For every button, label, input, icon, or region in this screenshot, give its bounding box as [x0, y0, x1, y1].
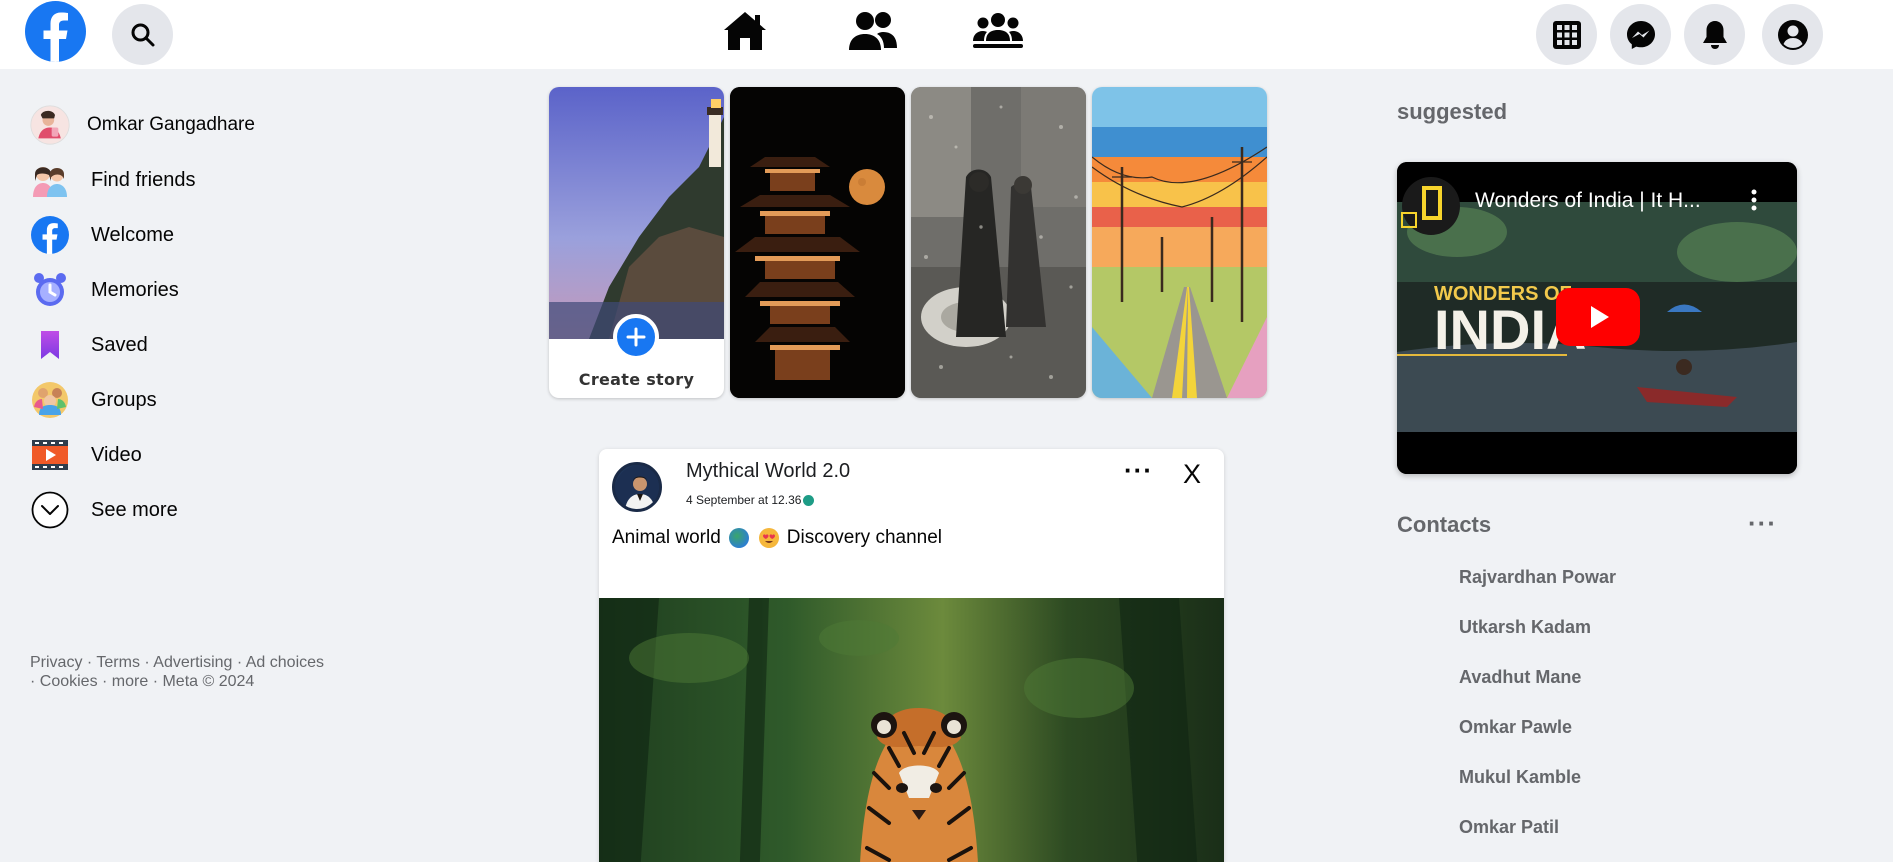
play-icon — [1591, 306, 1609, 328]
create-story-label: Create story — [578, 370, 695, 389]
contact-item[interactable]: Rajvardhan Powar — [1459, 567, 1616, 588]
story-card[interactable] — [730, 87, 905, 398]
facebook-icon — [30, 215, 70, 255]
menu-button[interactable] — [1536, 4, 1597, 65]
sidebar-item-memories[interactable]: Memories — [30, 268, 179, 312]
top-navigation-bar — [0, 0, 1893, 69]
video-icon — [30, 435, 70, 475]
plus-icon — [626, 327, 646, 347]
post-author-avatar[interactable] — [612, 462, 662, 512]
contacts-more-button[interactable]: ··· — [1748, 508, 1777, 539]
facebook-logo-icon[interactable] — [25, 1, 86, 62]
sidebar-item-see-more[interactable]: See more — [30, 488, 178, 532]
sidebar-item-label: Video — [91, 443, 142, 466]
globe-emoji-icon — [728, 528, 749, 548]
memories-clock-icon — [30, 270, 70, 310]
post-card: Mythical World 2.0 4 September at 12.36 … — [599, 449, 1224, 862]
post-text-part-1: Animal world — [612, 527, 721, 548]
sidebar-item-label: Saved — [91, 333, 148, 356]
messenger-button[interactable] — [1610, 4, 1671, 65]
avatar — [30, 105, 70, 145]
messenger-icon — [1626, 20, 1655, 49]
contact-item[interactable]: Omkar Patil — [1459, 817, 1559, 838]
post-tiger-image[interactable] — [599, 598, 1224, 862]
footer-links[interactable]: Privacy · Terms · Advertising · Ad choic… — [30, 653, 360, 691]
home-nav-button[interactable] — [715, 6, 775, 56]
story-card[interactable] — [1092, 87, 1267, 398]
bookmark-icon — [30, 325, 70, 365]
contact-item[interactable]: Omkar Pawle — [1459, 717, 1572, 738]
sidebar-item-video[interactable]: Video — [30, 433, 142, 477]
friends-icon — [849, 12, 897, 50]
suggested-video-player[interactable]: WONDERS OF INDIA Wonders of India | It H… — [1397, 162, 1797, 474]
story-card[interactable] — [911, 87, 1086, 398]
sidebar-item-welcome[interactable]: Welcome — [30, 213, 174, 257]
create-story-card[interactable]: Create story — [549, 87, 724, 398]
groups-nav-button[interactable] — [968, 6, 1028, 56]
sidebar-item-label: Memories — [91, 278, 179, 301]
search-icon — [131, 23, 154, 46]
story-pagoda-image — [730, 87, 905, 398]
groups-icon — [973, 13, 1023, 48]
footer-line-2[interactable]: · Cookies · more · Meta © 2024 — [30, 672, 360, 691]
chevron-down-icon — [30, 490, 70, 530]
groups-icon — [30, 380, 70, 420]
video-title[interactable]: Wonders of India | It H... — [1475, 189, 1701, 213]
sidebar-item-label: Groups — [91, 388, 157, 411]
sidebar-item-label: Welcome — [91, 223, 174, 246]
post-close-button[interactable]: X — [1183, 459, 1201, 490]
post-date-text: 4 September at 12.36 — [686, 493, 802, 507]
friends-nav-button[interactable] — [843, 6, 903, 56]
menu-grid-icon — [1552, 20, 1581, 49]
story-road-image — [1092, 87, 1267, 398]
home-icon — [724, 12, 766, 50]
sidebar-item-label: See more — [91, 498, 178, 521]
heart-eyes-emoji-icon — [758, 528, 779, 548]
story-lighthouse-image — [549, 87, 724, 339]
contact-item[interactable]: Mukul Kamble — [1459, 767, 1581, 788]
friends-icon — [30, 160, 70, 200]
play-button[interactable] — [1556, 288, 1640, 346]
add-story-button[interactable] — [613, 314, 659, 360]
story-rain-image — [911, 87, 1086, 398]
contacts-heading: Contacts — [1397, 512, 1492, 537]
account-button[interactable] — [1762, 4, 1823, 65]
contact-item[interactable]: Utkarsh Kadam — [1459, 617, 1591, 638]
globe-icon — [803, 494, 815, 506]
suggested-heading: suggested — [1397, 99, 1508, 124]
footer-line-1[interactable]: Privacy · Terms · Advertising · Ad choic… — [30, 653, 360, 672]
sidebar-item-saved[interactable]: Saved — [30, 323, 148, 367]
notifications-icon — [1702, 20, 1727, 49]
search-button[interactable] — [112, 4, 173, 65]
post-more-button[interactable]: ··· — [1124, 455, 1153, 486]
profile-name: Omkar Gangadhare — [87, 114, 255, 135]
sidebar-item-groups[interactable]: Groups — [30, 378, 157, 422]
post-text-part-2: Discovery channel — [786, 527, 943, 548]
post-timestamp[interactable]: 4 September at 12.36 — [686, 493, 815, 507]
contact-item[interactable]: Avadhut Mane — [1459, 667, 1581, 688]
video-more-icon[interactable] — [1749, 188, 1759, 212]
sidebar-item-label: Find friends — [91, 168, 196, 191]
account-icon — [1777, 19, 1808, 50]
post-text: Animal world Discovery channel — [612, 527, 942, 549]
sidebar-item-profile[interactable]: Omkar Gangadhare — [30, 103, 255, 147]
sidebar-item-find-friends[interactable]: Find friends — [30, 158, 196, 202]
notifications-button[interactable] — [1684, 4, 1745, 65]
post-author-name[interactable]: Mythical World 2.0 — [686, 460, 850, 483]
